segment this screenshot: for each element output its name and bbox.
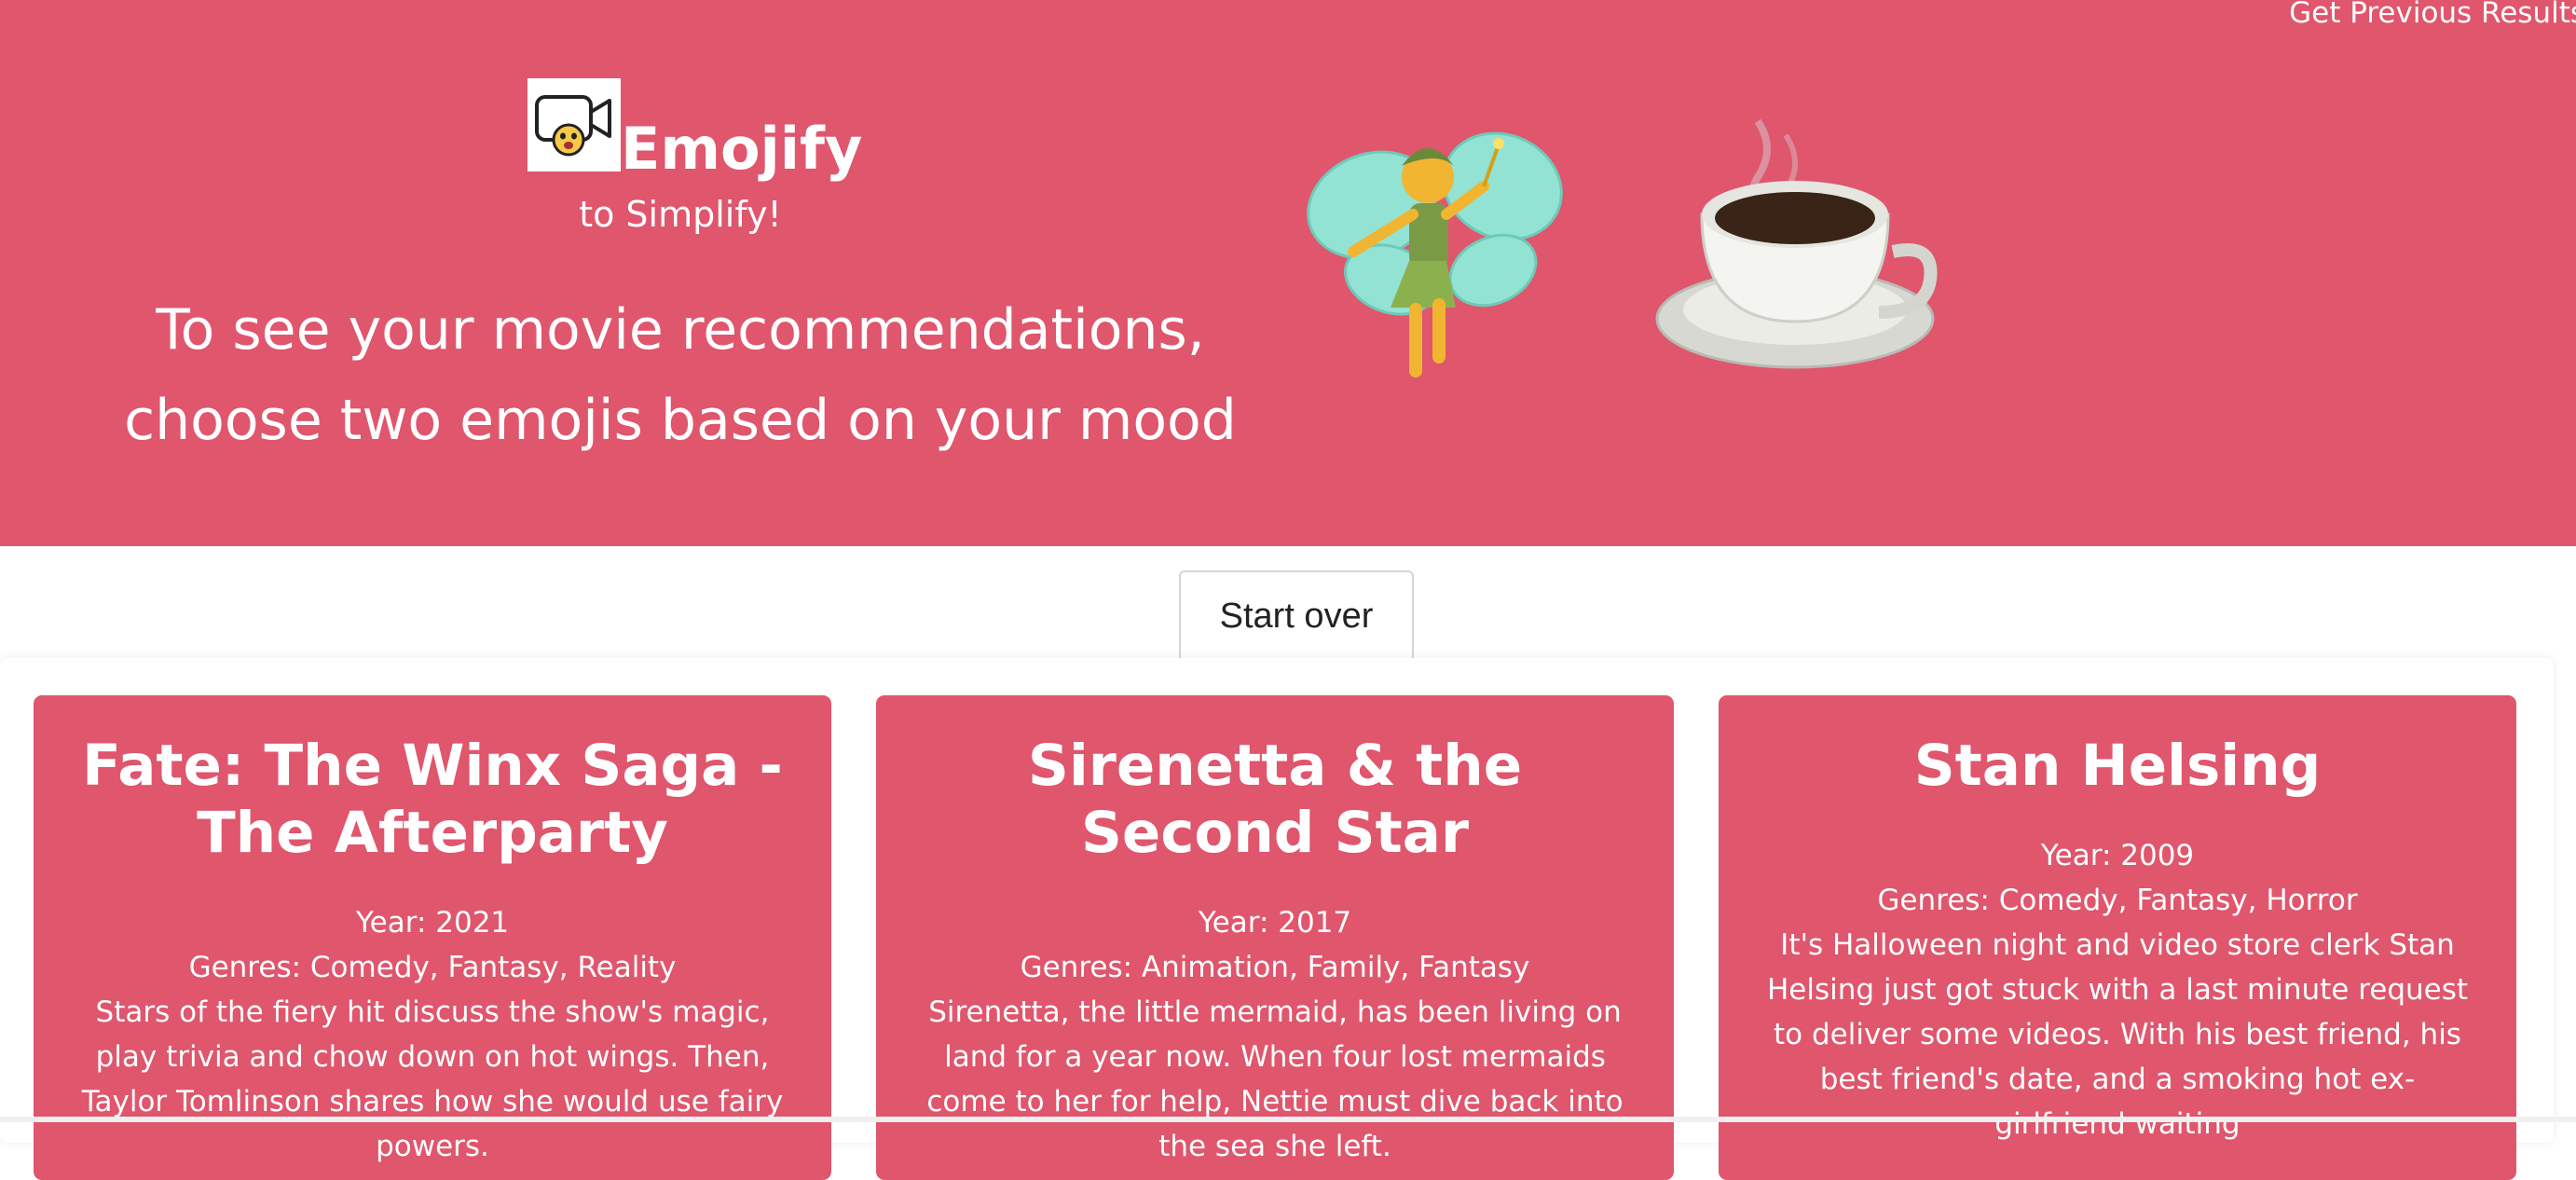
logo (528, 78, 621, 172)
instruction-line-2: choose two emojis based on your mood (124, 388, 1237, 453)
video-camera-icon (535, 95, 611, 157)
movie-card[interactable]: Sirenetta & the Second Star Year: 2017 G… (876, 695, 1674, 1180)
movie-genres: Genres: Comedy, Fantasy, Horror (1877, 884, 2358, 917)
movie-card[interactable]: Stan Helsing Year: 2009 Genres: Comedy, … (1719, 695, 2516, 1180)
tagline: to Simplify! (579, 194, 782, 235)
hot-beverage-icon (1655, 118, 1938, 369)
movie-year: Year: 2009 (2040, 839, 2195, 872)
selected-emoji-hot-beverage[interactable] (1655, 112, 1953, 386)
movie-title: Fate: The Winx Saga - The Afterparty (82, 733, 783, 866)
movie-genres: Genres: Comedy, Fantasy, Reality (188, 951, 677, 984)
movie-description: It's Halloween night and video store cle… (1766, 928, 2469, 1141)
page-bottom-divider (0, 1117, 2576, 1122)
fairy-icon (1307, 131, 1563, 377)
selected-emoji-fairy[interactable] (1297, 112, 1577, 405)
brand-name: Emojify (621, 115, 863, 183)
instruction-line-1: To see your movie recommendations, (156, 297, 1205, 363)
movie-description: Stars of the fiery hit discuss the show'… (81, 995, 784, 1163)
movie-year: Year: 2017 (1198, 906, 1352, 940)
hero-banner: Get Previous Results Emojify to Simplify… (0, 0, 2576, 546)
movie-description: Sirenetta, the little mermaid, has been … (926, 995, 1624, 1163)
movie-title: Sirenetta & the Second Star (1027, 733, 1523, 866)
movie-genres: Genres: Animation, Family, Fantasy (1020, 951, 1530, 984)
movie-card[interactable]: Fate: The Winx Saga - The Afterparty Yea… (34, 695, 831, 1180)
movie-year: Year: 2021 (355, 906, 510, 940)
start-over-button[interactable]: Start over (1179, 570, 1414, 662)
movie-title: Stan Helsing (1913, 733, 2322, 799)
instruction-text: To see your movie recommendations, choos… (112, 285, 1249, 466)
get-previous-results-link[interactable]: Get Previous Results (2289, 0, 2576, 30)
